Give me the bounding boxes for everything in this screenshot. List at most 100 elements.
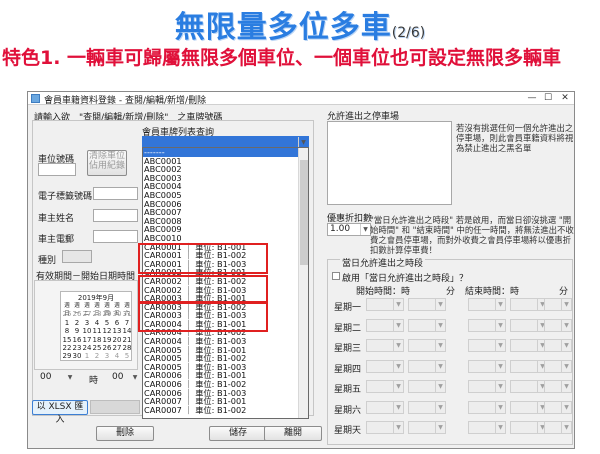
time-select[interactable]: ▼ <box>468 318 506 332</box>
time-select[interactable]: ▼ <box>408 298 446 311</box>
time-select[interactable]: ▼ <box>468 359 506 373</box>
time-select[interactable]: ▼ <box>544 318 572 332</box>
start-date-calendar[interactable]: 2019年9月 週日 週一 週二 週三 週四 週五 週六 25 26 27 28 29 30 31 1 2 3 4… <box>60 291 132 361</box>
calendar-day[interactable]: 12 <box>102 327 112 335</box>
close-icon[interactable]: ✕ <box>558 92 572 104</box>
calendar-day[interactable]: 3 <box>82 319 92 327</box>
import-xlsx-button[interactable]: 以 XLSX 匯入 <box>32 400 88 425</box>
time-select[interactable]: ▼ <box>544 380 572 393</box>
owner-input[interactable] <box>93 209 138 222</box>
calendar-day[interactable]: 13 <box>112 327 122 335</box>
time-select[interactable]: ▼ <box>544 359 572 373</box>
calendar-day[interactable]: 14 <box>122 327 132 335</box>
time-select[interactable]: ▼ <box>544 400 572 414</box>
leave-button[interactable]: 離開 <box>264 426 322 441</box>
time-select[interactable]: ▼ <box>468 421 506 434</box>
calendar-day[interactable]: 25 <box>62 310 72 318</box>
time-select[interactable]: ▼ <box>544 421 572 434</box>
time-select[interactable]: ▼ <box>510 359 548 373</box>
calendar-day[interactable]: 6 <box>112 319 122 327</box>
enable-period-checkbox[interactable] <box>332 272 340 280</box>
type-select[interactable] <box>62 250 92 263</box>
calendar-day[interactable]: 3 <box>102 352 112 360</box>
time-select[interactable]: ▼ <box>408 339 446 352</box>
calendar-day[interactable]: 10 <box>82 327 92 335</box>
chevron-down-icon: ▼ <box>561 381 571 392</box>
calendar-day[interactable]: 27 <box>82 310 92 318</box>
time-select[interactable]: ▼ <box>408 421 446 434</box>
calendar-day[interactable]: 5 <box>102 319 112 327</box>
calendar-day[interactable]: 27 <box>112 344 122 352</box>
discount-select[interactable]: 1.00 ▼ <box>327 223 371 236</box>
time-select[interactable]: ▼ <box>510 298 548 311</box>
time-select[interactable]: ▼ <box>366 400 404 414</box>
time-select[interactable]: ▼ <box>544 339 572 352</box>
dropdown-scrollbar[interactable] <box>298 148 308 418</box>
calendar-day[interactable]: 28 <box>122 344 132 352</box>
time-select[interactable]: ▼ <box>366 359 404 373</box>
time-select[interactable]: ▼ <box>366 318 404 332</box>
time-select[interactable]: ▼ <box>408 318 446 332</box>
calendar-day[interactable]: 4 <box>92 319 102 327</box>
calendar-day[interactable]: 30 <box>72 352 82 360</box>
calendar-day[interactable]: 22 <box>62 344 72 352</box>
calendar-day[interactable]: 2 <box>72 319 82 327</box>
calendar-day[interactable]: 7 <box>122 319 132 327</box>
calendar-day[interactable]: 25 <box>92 344 102 352</box>
calendar-day[interactable]: 2 <box>92 352 102 360</box>
time-select[interactable]: ▼ <box>468 400 506 414</box>
calendar-day[interactable]: 26 <box>102 344 112 352</box>
minute-select[interactable]: 00 ▼ <box>110 372 140 385</box>
hour-chevron[interactable]: ▼ <box>63 372 75 385</box>
calendar-day[interactable]: 29 <box>102 310 112 318</box>
calendar-day[interactable]: 24 <box>82 344 92 352</box>
calendar-day[interactable]: 23 <box>72 344 82 352</box>
calendar-day[interactable]: 18 <box>92 336 102 344</box>
calendar-day[interactable]: 28 <box>92 310 102 318</box>
minimize-icon[interactable]: — <box>525 92 539 104</box>
calendar-day[interactable]: 21 <box>122 336 132 344</box>
calendar-day[interactable]: 19 <box>102 336 112 344</box>
time-select[interactable]: ▼ <box>408 380 446 393</box>
etag-input[interactable] <box>93 187 138 200</box>
calendar-day[interactable]: 16 <box>72 336 82 344</box>
time-select[interactable]: ▼ <box>510 380 548 393</box>
calendar-day[interactable]: 26 <box>72 310 82 318</box>
time-select[interactable]: ▼ <box>366 298 404 311</box>
calendar-day[interactable]: 20 <box>112 336 122 344</box>
time-select[interactable]: ▼ <box>366 339 404 352</box>
time-select[interactable]: ▼ <box>468 380 506 393</box>
time-select[interactable]: ▼ <box>510 421 548 434</box>
time-select[interactable]: ▼ <box>510 318 548 332</box>
clear-slot-button[interactable]: 清除車位 佔用紀錄 <box>87 150 127 176</box>
calendar-day[interactable]: 31 <box>122 310 132 318</box>
calendar-day[interactable]: 1 <box>82 352 92 360</box>
dropdown-scroll-thumb[interactable] <box>300 160 308 265</box>
delete-button[interactable]: 刪除 <box>96 426 154 441</box>
calendar-day[interactable]: 8 <box>62 327 72 335</box>
maximize-icon[interactable]: ☐ <box>541 92 555 104</box>
time-select[interactable]: ▼ <box>544 298 572 311</box>
allowed-lots-list[interactable] <box>327 121 452 205</box>
phone-input[interactable] <box>93 230 138 243</box>
calendar-day[interactable]: 30 <box>112 310 122 318</box>
time-select[interactable]: ▼ <box>366 421 404 434</box>
time-select[interactable]: ▼ <box>510 400 548 414</box>
calendar-day[interactable]: 9 <box>72 327 82 335</box>
calendar-day[interactable]: 5 <box>122 352 132 360</box>
calendar-day[interactable]: 1 <box>62 319 72 327</box>
time-select[interactable]: ▼ <box>366 380 404 393</box>
calendar-day[interactable]: 15 <box>62 336 72 344</box>
time-select[interactable]: ▼ <box>468 339 506 352</box>
time-select[interactable]: ▼ <box>408 359 446 373</box>
calendar-day[interactable]: 11 <box>92 327 102 335</box>
calendar-day[interactable]: 17 <box>82 336 92 344</box>
save-button[interactable]: 儲存 <box>209 426 267 441</box>
calendar-day[interactable]: 29 <box>62 352 72 360</box>
time-select[interactable]: ▼ <box>408 400 446 414</box>
dropdown-item[interactable]: CAR0007 ｜ 車位: B1-002 <box>143 406 308 415</box>
slot-input[interactable] <box>38 163 76 176</box>
calendar-day[interactable]: 4 <box>112 352 122 360</box>
time-select[interactable]: ▼ <box>510 339 548 352</box>
time-select[interactable]: ▼ <box>468 298 506 311</box>
